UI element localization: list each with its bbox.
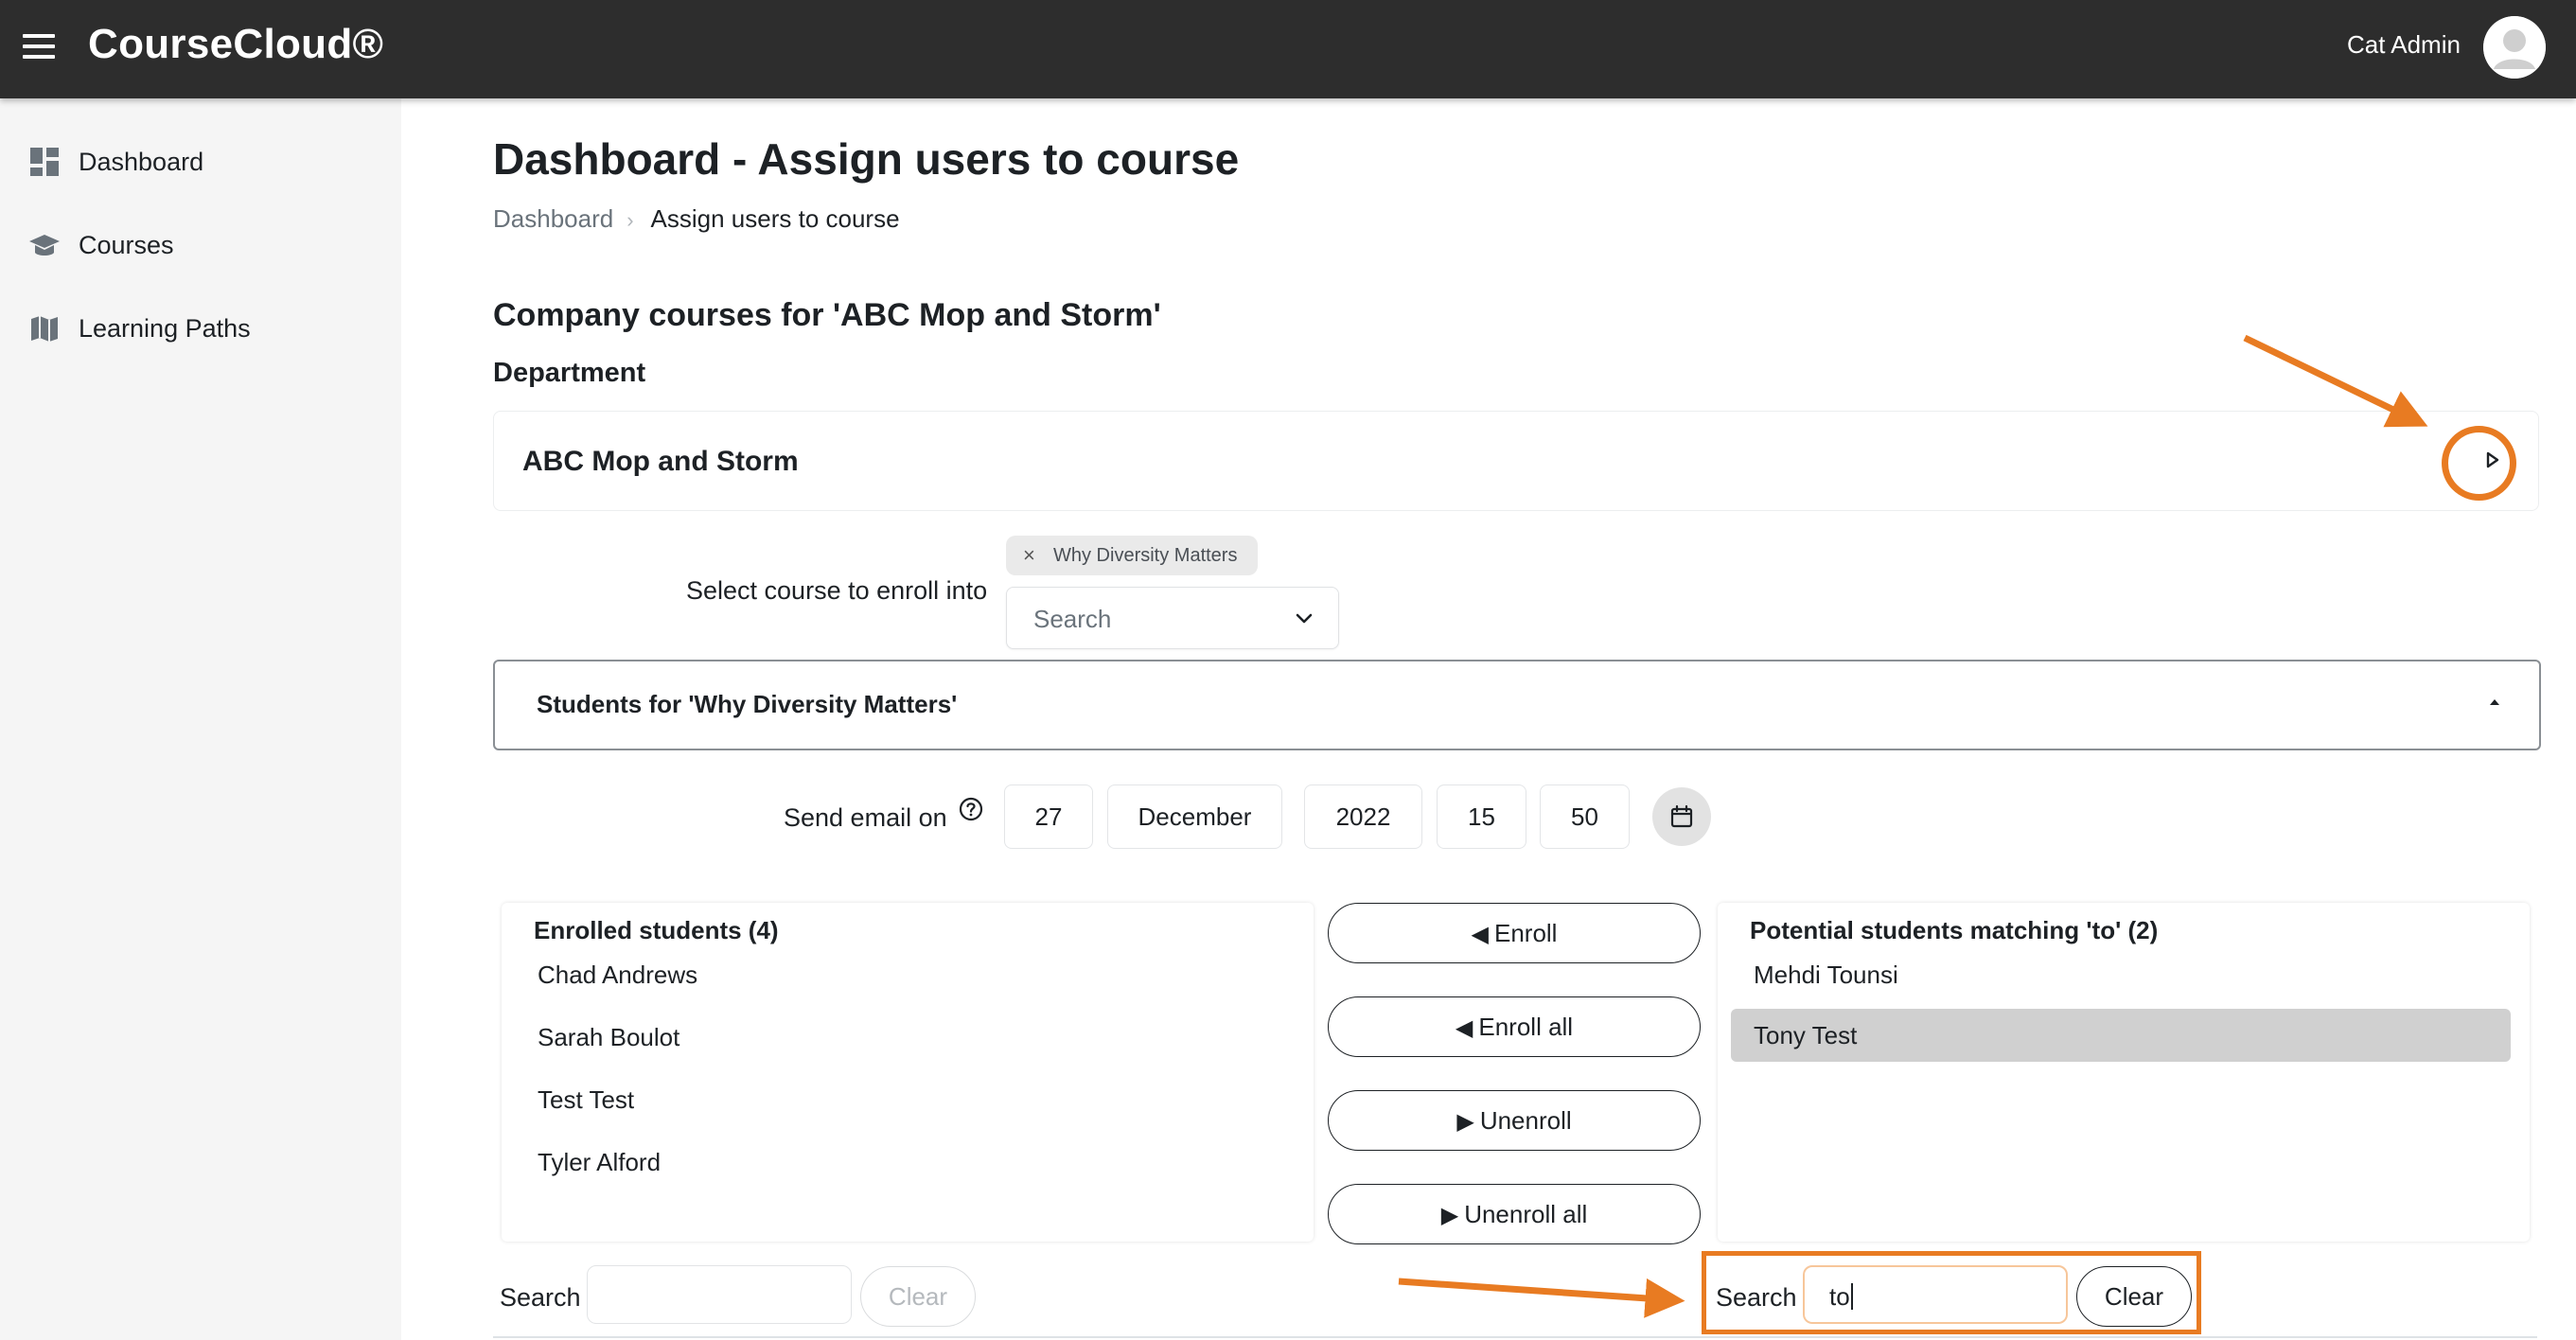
triangle-left-icon: ◀ [1471, 922, 1489, 947]
department-name: ABC Mop and Storm [522, 446, 799, 477]
sidebar-item-courses[interactable]: Courses [0, 206, 401, 282]
list-item[interactable]: Tyler Alford [515, 1136, 1304, 1189]
annotation-arrow-expand [2243, 334, 2428, 428]
unenroll-button[interactable]: ▶ Unenroll [1328, 1090, 1701, 1151]
unenroll-button-label: Unenroll [1479, 1106, 1572, 1135]
sidebar-item-label: Dashboard [79, 148, 204, 176]
select-course-label: Select course to enroll into [686, 576, 988, 605]
collapse-arrow-icon[interactable] [2486, 694, 2503, 711]
unenroll-all-button-label: Unenroll all [1464, 1200, 1588, 1228]
potential-search-value: to [1829, 1282, 1850, 1311]
brand-logo[interactable]: CourseCloud® [88, 21, 383, 68]
potential-students-list[interactable]: Potential students matching 'to' (2) Meh… [1718, 903, 2530, 1242]
enrolled-search-input[interactable] [587, 1265, 852, 1324]
text-caret [1850, 1283, 1853, 1310]
help-question-icon[interactable] [958, 796, 984, 822]
breadcrumb-separator-icon: › [626, 208, 634, 232]
section-title: Company courses for 'ABC Mop and Storm' [493, 297, 1161, 333]
breadcrumb: Dashboard › Assign users to course [493, 204, 900, 234]
graduation-cap-icon [29, 235, 60, 256]
email-day-select[interactable]: 27 [1004, 785, 1093, 849]
students-panel-header[interactable]: Students for 'Why Diversity Matters' [493, 660, 2541, 750]
user-avatar-icon [2483, 16, 2546, 79]
enroll-all-button[interactable]: ◀ Enroll all [1328, 996, 1701, 1057]
course-search-placeholder: Search [1033, 605, 1112, 633]
divider [493, 1336, 2537, 1338]
potential-search-input[interactable]: to [1803, 1265, 2068, 1324]
remove-tag-icon[interactable]: × [1023, 536, 1035, 575]
top-navbar: CourseCloud® Cat Admin [0, 0, 2576, 98]
sidebar-item-label: Learning Paths [79, 314, 251, 343]
selected-course-tag-label: Why Diversity Matters [1053, 545, 1238, 566]
sidebar-item-dashboard[interactable]: Dashboard [0, 123, 401, 199]
sidebar-item-learning-paths[interactable]: Learning Paths [0, 290, 401, 365]
department-label: Department [493, 358, 646, 388]
list-item[interactable]: Chad Andrews [515, 948, 1304, 1001]
email-month-select[interactable]: December [1107, 785, 1282, 849]
list-item[interactable]: Sarah Boulot [515, 1011, 1304, 1064]
chevron-down-icon [1296, 613, 1313, 624]
selected-course-tag: × Why Diversity Matters [1006, 536, 1259, 575]
department-card[interactable]: ABC Mop and Storm [493, 411, 2539, 511]
map-icon [31, 316, 58, 342]
potential-students-heading: Potential students matching 'to' (2) [1750, 916, 2159, 944]
sidebar-item-label: Courses [79, 231, 174, 259]
page-title: Dashboard - Assign users to course [493, 134, 1240, 184]
enrolled-students-heading: Enrolled students (4) [534, 916, 779, 944]
dashboard-icon [30, 148, 59, 176]
calendar-icon [1670, 804, 1693, 828]
students-panel-title: Students for 'Why Diversity Matters' [537, 690, 958, 718]
triangle-right-icon: ▶ [1456, 1109, 1474, 1135]
expand-play-icon[interactable] [2478, 446, 2506, 474]
list-item[interactable]: Test Test [515, 1073, 1304, 1126]
calendar-button[interactable] [1652, 787, 1711, 846]
user-name[interactable]: Cat Admin [2347, 30, 2461, 60]
hamburger-menu-icon[interactable] [23, 34, 57, 62]
triangle-right-icon: ▶ [1440, 1203, 1459, 1228]
email-hour-select[interactable]: 15 [1437, 785, 1526, 849]
avatar[interactable] [2483, 16, 2546, 79]
enroll-all-button-label: Enroll all [1478, 1013, 1574, 1041]
email-year-select[interactable]: 2022 [1304, 785, 1422, 849]
enroll-button-label: Enroll [1493, 919, 1558, 947]
triangle-left-icon: ◀ [1455, 1015, 1473, 1041]
enrolled-clear-button[interactable]: Clear [860, 1266, 976, 1327]
annotation-arrow-search [1398, 1278, 1685, 1318]
send-email-label: Send email on [784, 803, 947, 832]
unenroll-all-button[interactable]: ▶ Unenroll all [1328, 1184, 1701, 1244]
enroll-button[interactable]: ◀ Enroll [1328, 903, 1701, 963]
potential-search-label: Search [1716, 1283, 1797, 1312]
course-search-select[interactable]: Search [1006, 587, 1339, 649]
list-item[interactable]: Mehdi Tounsi [1731, 948, 2511, 1001]
breadcrumb-current: Assign users to course [650, 204, 900, 233]
sidebar: Dashboard Courses Learning Paths [0, 98, 401, 1340]
list-item-selected[interactable]: Tony Test [1731, 1009, 2511, 1062]
email-minute-select[interactable]: 50 [1540, 785, 1630, 849]
enrolled-students-list[interactable]: Enrolled students (4) Chad Andrews Sarah… [502, 903, 1314, 1242]
potential-clear-button[interactable]: Clear [2076, 1266, 2192, 1327]
enrolled-search-label: Search [500, 1283, 581, 1312]
breadcrumb-link-dashboard[interactable]: Dashboard [493, 204, 613, 233]
